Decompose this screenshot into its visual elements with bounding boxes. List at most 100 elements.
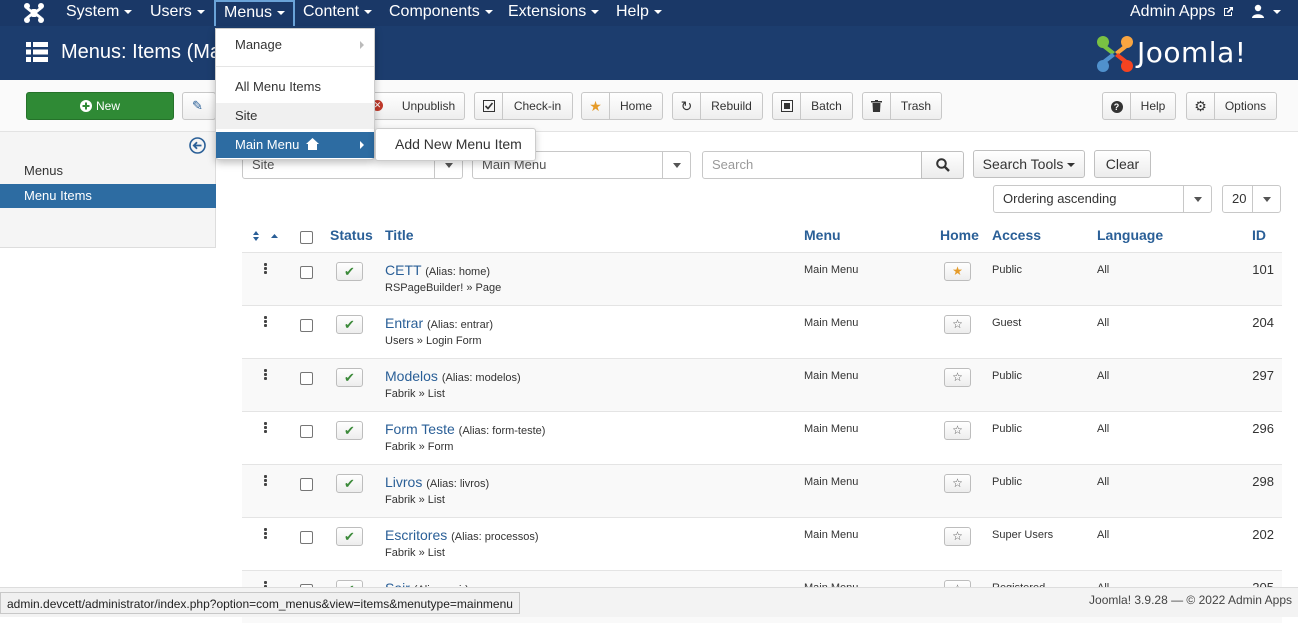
home-button[interactable]: ★ Home: [581, 92, 663, 120]
nav-components-label: Components: [389, 3, 480, 20]
ordering-select-value: Ordering ascending: [1003, 191, 1117, 206]
collapse-sidebar-icon[interactable]: [189, 137, 206, 157]
item-title-cell: CETT (Alias: home): [385, 262, 490, 278]
edit-button[interactable]: ✎: [182, 92, 216, 120]
sidebar-item-menus[interactable]: Menus: [0, 159, 216, 183]
item-type: Fabrik » Form: [385, 441, 454, 453]
drag-handle-icon[interactable]: [264, 528, 268, 540]
joomla-brand-text: Joomla!: [1137, 36, 1247, 69]
row-checkbox[interactable]: [300, 266, 313, 279]
dropdown-main-menu[interactable]: Main Menu: [216, 132, 374, 158]
dropdown-site[interactable]: Site: [216, 103, 374, 129]
drag-handle-icon[interactable]: [264, 263, 268, 275]
item-id: 296: [1252, 421, 1274, 436]
ordering-select[interactable]: Ordering ascending: [993, 185, 1212, 213]
limit-select[interactable]: 20: [1222, 185, 1281, 213]
question-icon: ?: [1103, 93, 1131, 119]
unpublish-button[interactable]: ✕ Unpublish: [365, 92, 465, 120]
drag-handle-icon[interactable]: [264, 316, 268, 328]
home-toggle[interactable]: ☆: [944, 315, 971, 334]
item-title-link[interactable]: Escritores: [385, 527, 447, 543]
item-access: Public: [992, 370, 1022, 382]
add-new-menu-item[interactable]: Add New Menu Item: [375, 128, 536, 161]
dropdown-manage[interactable]: Manage: [216, 32, 374, 58]
sidebar-item-menu-items[interactable]: Menu Items: [0, 184, 216, 208]
item-title-link[interactable]: Form Teste: [385, 421, 455, 437]
search-button[interactable]: [921, 151, 964, 179]
published-toggle[interactable]: ✔: [336, 262, 363, 281]
column-language[interactable]: Language: [1097, 227, 1163, 243]
item-language: All: [1097, 423, 1110, 435]
batch-button[interactable]: Batch: [772, 92, 853, 120]
search-input[interactable]: Search: [702, 151, 922, 179]
item-title-cell: Entrar (Alias: entrar): [385, 315, 493, 331]
nav-content[interactable]: Content: [295, 0, 380, 26]
drag-handle-icon[interactable]: [264, 422, 268, 434]
column-status[interactable]: Status: [330, 227, 373, 243]
nav-help[interactable]: Help: [608, 0, 670, 26]
admin-apps-label: Admin Apps: [1130, 3, 1216, 20]
item-title-link[interactable]: Entrar: [385, 315, 423, 331]
row-checkbox[interactable]: [300, 425, 313, 438]
item-title-link[interactable]: Livros: [385, 474, 422, 490]
published-toggle[interactable]: ✔: [336, 368, 363, 387]
nav-users[interactable]: Users: [142, 0, 213, 26]
row-checkbox[interactable]: [300, 478, 313, 491]
nav-extensions[interactable]: Extensions: [500, 0, 607, 26]
help-button[interactable]: ? Help: [1102, 92, 1176, 120]
column-title[interactable]: Title: [385, 227, 414, 243]
home-toggle[interactable]: ☆: [944, 368, 971, 387]
joomla-logo-icon[interactable]: [22, 2, 46, 24]
column-access[interactable]: Access: [992, 227, 1041, 243]
published-toggle[interactable]: ✔: [336, 474, 363, 493]
column-id[interactable]: ID: [1252, 227, 1266, 243]
item-title-link[interactable]: CETT: [385, 262, 421, 278]
checkin-button[interactable]: Check-in: [474, 92, 573, 120]
caret-down-icon: [1067, 163, 1076, 168]
published-toggle[interactable]: ✔: [336, 527, 363, 546]
item-alias: (Alias: livros): [426, 478, 490, 490]
nav-menus[interactable]: Menus: [214, 0, 296, 26]
home-toggle[interactable]: ☆: [944, 527, 971, 546]
select-all-checkbox[interactable]: [300, 231, 313, 244]
caret-down-icon: [196, 9, 205, 14]
column-menu[interactable]: Menu: [804, 227, 841, 243]
nav-components[interactable]: Components: [381, 0, 501, 26]
nav-system[interactable]: System: [58, 0, 140, 26]
published-toggle[interactable]: ✔: [336, 421, 363, 440]
trash-button[interactable]: Trash: [862, 92, 942, 120]
home-toggle[interactable]: ☆: [944, 474, 971, 493]
new-button[interactable]: New: [26, 92, 174, 120]
clear-button[interactable]: Clear: [1094, 150, 1151, 178]
user-menu[interactable]: [1243, 0, 1289, 26]
caret-down-icon: [364, 9, 373, 14]
row-checkbox[interactable]: [300, 319, 313, 332]
item-menu: Main Menu: [804, 317, 859, 329]
table-row: ✔ CETT (Alias: home) RSPageBuilder! » Page…: [242, 252, 1282, 305]
star-icon: ★: [582, 93, 610, 119]
row-checkbox[interactable]: [300, 531, 313, 544]
home-toggle[interactable]: ☆: [944, 421, 971, 440]
drag-handle-icon[interactable]: [264, 369, 268, 381]
dropdown-all-menu-items[interactable]: All Menu Items: [216, 74, 374, 100]
home-toggle[interactable]: ★: [944, 262, 971, 281]
published-toggle[interactable]: ✔: [336, 315, 363, 334]
column-home[interactable]: Home: [940, 227, 979, 243]
options-button[interactable]: ⚙ Options: [1186, 92, 1277, 120]
ordering-sort-toggle[interactable]: [253, 229, 279, 244]
drag-handle-icon[interactable]: [264, 475, 268, 487]
item-menu: Main Menu: [804, 370, 859, 382]
row-checkbox[interactable]: [300, 372, 313, 385]
table-row: ✔ Entrar (Alias: entrar) Users » Login For…: [242, 305, 1282, 358]
checkin-label: Check-in: [513, 99, 562, 113]
joomla-brand-icon: [1097, 36, 1133, 72]
item-title-cell: Modelos (Alias: modelos): [385, 368, 521, 384]
home-icon: [305, 138, 319, 150]
checkmark-icon: ✔: [344, 370, 355, 385]
rebuild-button[interactable]: ↻ Rebuild: [672, 92, 763, 120]
trash-icon: [863, 93, 891, 119]
item-title-link[interactable]: Modelos: [385, 368, 438, 384]
table-row: ✔ Modelos (Alias: modelos) Fabrik » List Ma…: [242, 358, 1282, 411]
admin-apps-link[interactable]: Admin Apps: [1122, 0, 1242, 26]
search-tools-button[interactable]: Search Tools: [973, 150, 1085, 178]
